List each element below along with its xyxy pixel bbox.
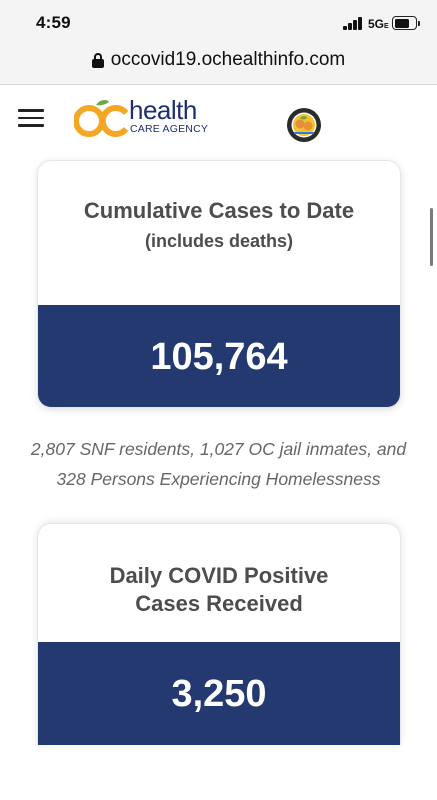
logo-subtitle: CARE AGENCY xyxy=(130,123,209,135)
status-bar: 4:59 5GE xyxy=(0,0,437,40)
site-header: health CARE AGENCY xyxy=(0,86,437,150)
network-label: 5GE xyxy=(368,17,389,31)
logo-word: health xyxy=(129,95,197,125)
agency-logo[interactable]: health CARE AGENCY xyxy=(74,95,321,142)
cumulative-cases-value: 105,764 xyxy=(38,305,400,407)
daily-positive-cases-card: Daily COVID Positive Cases Received 3,25… xyxy=(37,523,401,745)
hamburger-icon[interactable] xyxy=(18,109,44,127)
card-title: Cumulative Cases to Date xyxy=(83,198,355,223)
county-seal-icon xyxy=(287,108,321,142)
scrollbar-thumb[interactable] xyxy=(430,208,433,266)
daily-positive-cases-value: 3,250 xyxy=(38,642,400,745)
cumulative-cases-card: Cumulative Cases to Date (includes death… xyxy=(37,160,401,408)
url-text[interactable]: occovid19.ochealthinfo.com xyxy=(111,49,345,71)
signal-icon xyxy=(343,17,365,30)
card-title: Daily COVID Positive Cases Received xyxy=(109,563,329,616)
status-time: 4:59 xyxy=(36,13,71,32)
cases-breakdown-note: 2,807 SNF residents, 1,027 OC jail inmat… xyxy=(30,439,407,489)
oc-logo-icon xyxy=(74,100,129,137)
battery-icon xyxy=(392,16,420,30)
address-bar[interactable]: occovid19.ochealthinfo.com xyxy=(0,40,437,85)
lock-icon xyxy=(91,52,104,68)
card-subtitle: (includes deaths) xyxy=(144,231,294,251)
